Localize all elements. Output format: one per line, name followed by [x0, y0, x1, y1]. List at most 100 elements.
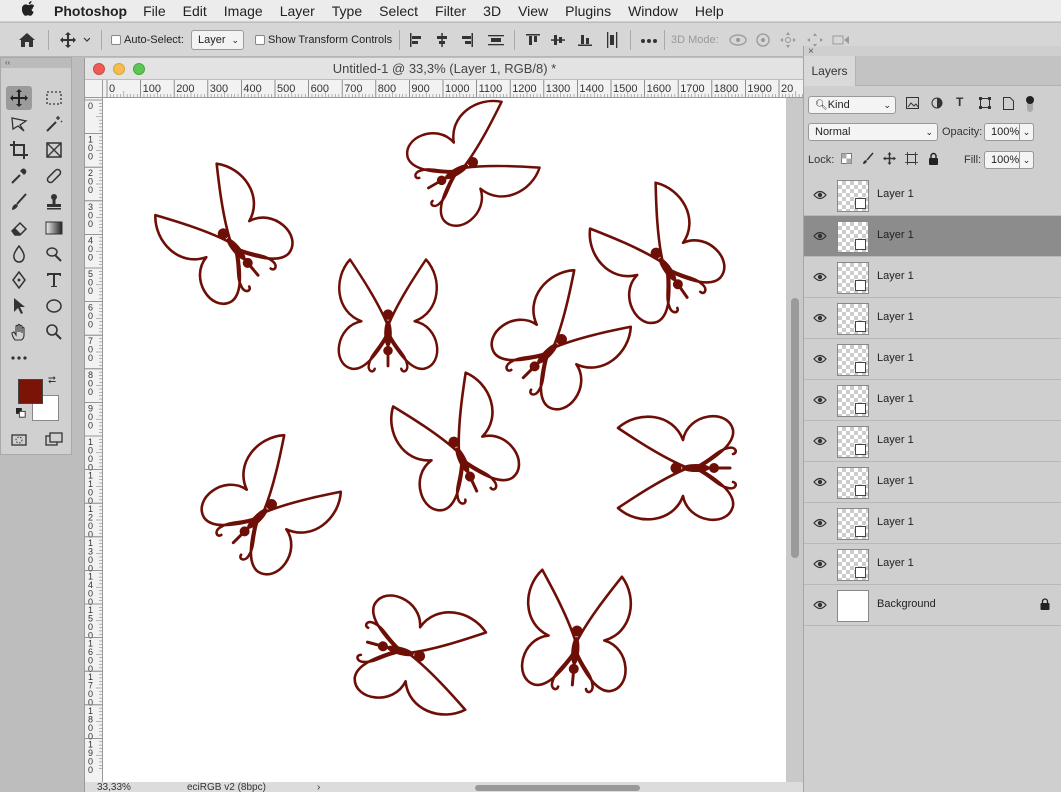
lock-transparent-pixels-icon[interactable] — [841, 153, 852, 167]
tab-layers[interactable]: Layers — [804, 56, 856, 86]
layer-thumbnail[interactable] — [837, 303, 869, 335]
layer-name[interactable]: Layer 1 — [877, 516, 914, 528]
menu-type[interactable]: Type — [332, 3, 362, 19]
distribute-v-icon[interactable] — [605, 23, 619, 61]
move-tool-icon[interactable] — [6, 86, 32, 110]
more-options-icon[interactable] — [640, 23, 658, 57]
layer-name[interactable]: Layer 1 — [877, 229, 914, 241]
apple-menu-icon[interactable] — [18, 1, 38, 20]
clone-stamp-tool-icon[interactable] — [41, 190, 67, 214]
vertical-scrollbar[interactable] — [790, 98, 800, 782]
menu-edit[interactable]: Edit — [183, 3, 207, 19]
3d-orbit-icon[interactable] — [728, 23, 748, 61]
status-menu-arrow-icon[interactable]: › — [317, 782, 320, 792]
visibility-eye-icon[interactable] — [813, 558, 827, 570]
magic-wand-tool-icon[interactable] — [41, 112, 67, 136]
app-menu[interactable]: Photoshop — [54, 3, 127, 19]
layer-row[interactable]: Layer 1 — [804, 462, 1061, 503]
eyedropper-tool-icon[interactable] — [6, 164, 32, 188]
scrollbar-thumb[interactable] — [791, 298, 799, 558]
foreground-color-swatch[interactable] — [18, 379, 43, 404]
default-colors-icon[interactable] — [14, 406, 28, 420]
chevron-down-icon[interactable]: ⌄ — [1019, 123, 1034, 141]
layer-thumbnail[interactable] — [837, 344, 869, 376]
menu-image[interactable]: Image — [224, 3, 263, 19]
layer-row[interactable]: Layer 1 — [804, 216, 1061, 257]
menu-plugins[interactable]: Plugins — [565, 3, 611, 19]
show-transform-checkbox[interactable] — [255, 35, 265, 45]
layer-name[interactable]: Layer 1 — [877, 475, 914, 487]
visibility-eye-icon[interactable] — [813, 435, 827, 447]
visibility-eye-icon[interactable] — [813, 271, 827, 283]
align-right-icon[interactable] — [460, 23, 474, 60]
layer-row[interactable]: Background — [804, 585, 1061, 626]
layer-name[interactable]: Layer 1 — [877, 188, 914, 200]
eraser-tool-icon[interactable] — [6, 216, 32, 240]
layer-row[interactable]: Layer 1 — [804, 298, 1061, 339]
gradient-tool-icon[interactable] — [41, 216, 67, 240]
close-window-button[interactable] — [93, 63, 105, 75]
layer-lock-icon[interactable] — [1040, 598, 1050, 613]
layer-row[interactable]: Layer 1 — [804, 503, 1061, 544]
layer-row[interactable]: Layer 1 — [804, 257, 1061, 298]
zoom-level[interactable]: 33,33% — [97, 782, 131, 792]
layer-row[interactable]: Layer 1 — [804, 544, 1061, 585]
home-icon[interactable] — [18, 23, 36, 61]
layer-thumbnail[interactable] — [837, 221, 869, 253]
maximize-window-button[interactable] — [133, 63, 145, 75]
menu-3d[interactable]: 3D — [483, 3, 501, 19]
lock-artboard-icon[interactable] — [905, 152, 918, 168]
path-selection-tool-icon[interactable] — [6, 294, 32, 318]
layer-row[interactable]: Layer 1 — [804, 380, 1061, 421]
visibility-eye-icon[interactable] — [813, 189, 827, 201]
menu-window[interactable]: Window — [628, 3, 678, 19]
layer-name[interactable]: Layer 1 — [877, 434, 914, 446]
lasso-tool-icon[interactable] — [6, 112, 32, 136]
align-middle-v-icon[interactable] — [551, 23, 565, 60]
layer-thumbnail[interactable] — [837, 508, 869, 540]
visibility-eye-icon[interactable] — [813, 517, 827, 529]
layer-name[interactable]: Layer 1 — [877, 393, 914, 405]
distribute-icon[interactable] — [488, 23, 504, 60]
blend-mode-dropdown[interactable]: Normal ⌄ — [808, 123, 938, 141]
move-tool-preset-icon[interactable] — [60, 23, 91, 61]
lock-all-icon[interactable] — [928, 152, 939, 168]
layer-thumbnail[interactable] — [837, 426, 869, 458]
layer-name[interactable]: Layer 1 — [877, 557, 914, 569]
layer-thumbnail[interactable] — [837, 262, 869, 294]
menu-select[interactable]: Select — [379, 3, 418, 19]
lock-image-pixels-icon[interactable] — [862, 152, 874, 168]
filter-smart-object-icon[interactable] — [1003, 97, 1014, 113]
layer-name[interactable]: Background — [877, 598, 936, 610]
screen-mode-icon[interactable] — [41, 428, 67, 452]
filter-shape-icon[interactable] — [979, 97, 991, 112]
layer-thumbnail[interactable] — [837, 590, 869, 622]
menu-filter[interactable]: Filter — [435, 3, 466, 19]
3d-pan-icon[interactable] — [780, 23, 796, 61]
visibility-eye-icon[interactable] — [813, 476, 827, 488]
filter-kind-dropdown[interactable]: 🔍︎Kind ⌄ — [808, 96, 896, 114]
menu-file[interactable]: File — [143, 3, 166, 19]
opacity-input[interactable]: 100% ⌄ — [984, 123, 1034, 141]
healing-brush-tool-icon[interactable] — [41, 164, 67, 188]
3d-roll-icon[interactable] — [755, 23, 771, 61]
frame-tool-icon[interactable] — [41, 138, 67, 162]
layer-row[interactable]: Layer 1 — [804, 175, 1061, 216]
auto-select-dropdown[interactable]: Layer ⌄ — [191, 30, 244, 50]
align-center-h-icon[interactable] — [435, 23, 449, 60]
blur-tool-icon[interactable] — [6, 242, 32, 266]
filter-pixel-icon[interactable] — [906, 97, 919, 112]
quick-mask-icon[interactable] — [6, 428, 32, 452]
visibility-eye-icon[interactable] — [813, 599, 827, 611]
filter-type-icon[interactable]: T — [956, 95, 963, 109]
filter-toggle-switch[interactable] — [1025, 95, 1035, 116]
layer-row[interactable]: Layer 1 — [804, 421, 1061, 462]
zoom-tool-icon[interactable] — [41, 320, 67, 344]
vertical-ruler[interactable]: 0100200300400500600700800900100011001200… — [85, 98, 103, 782]
document-canvas[interactable] — [103, 90, 786, 782]
layer-name[interactable]: Layer 1 — [877, 270, 914, 282]
crop-tool-icon[interactable] — [6, 138, 32, 162]
layer-thumbnail[interactable] — [837, 385, 869, 417]
layer-name[interactable]: Layer 1 — [877, 352, 914, 364]
ruler-origin[interactable] — [85, 80, 103, 98]
